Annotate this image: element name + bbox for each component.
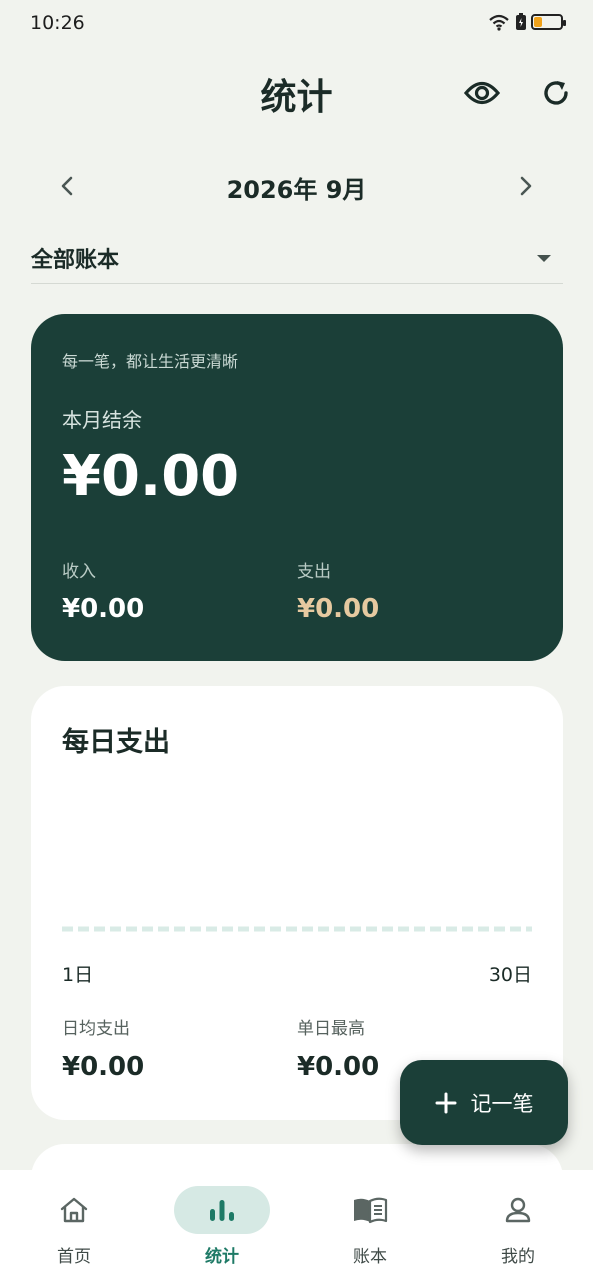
axis-end-label: 30日 <box>488 964 532 986</box>
daily-average-label: 日均支出 <box>62 1019 130 1039</box>
daily-max-label: 单日最高 <box>297 1019 365 1039</box>
expense-label: 支出 <box>297 562 331 582</box>
expense-value: ¥0.00 <box>297 594 380 624</box>
nav-label-home: 首页 <box>57 1247 91 1267</box>
wifi-icon <box>489 14 509 31</box>
battery-level <box>534 17 543 27</box>
battery-icon <box>531 14 566 30</box>
add-record-button[interactable]: 记一笔 <box>400 1060 568 1145</box>
month-navigator: 2026年 9月 <box>0 162 593 210</box>
status-icons <box>487 13 566 31</box>
nav-label-statistics: 统计 <box>205 1247 239 1267</box>
nav-item-home[interactable]: 首页 <box>0 1170 148 1280</box>
monthly-summary-card: 每一笔，都让生活更清晰 本月结余 ¥0.00 收入 ¥0.00 支出 ¥0.00 <box>31 314 563 661</box>
person-icon <box>505 1197 531 1223</box>
income-label: 收入 <box>62 562 96 582</box>
statistics-screen: 10:26 统计 2026年 9月 全部账本 每一笔，都让生活更清晰 本月结余 … <box>0 0 593 1280</box>
nav-item-profile[interactable]: 我的 <box>444 1170 592 1280</box>
book-icon <box>354 1197 388 1224</box>
nav-label-books: 账本 <box>353 1247 387 1267</box>
status-time: 10:26 <box>30 12 85 34</box>
chevron-right-icon[interactable] <box>502 162 550 210</box>
bar-chart-icon <box>210 1200 234 1221</box>
book-select-value: 全部账本 <box>31 248 120 273</box>
add-record-label: 记一笔 <box>470 1091 534 1116</box>
refresh-icon[interactable] <box>532 69 580 117</box>
caret-down-icon <box>537 255 551 262</box>
daily-max-value: ¥0.00 <box>297 1052 380 1082</box>
nav-label-profile: 我的 <box>501 1247 535 1267</box>
bottom-nav: 首页 统计 账本 我的 <box>0 1170 593 1280</box>
balance-label: 本月结余 <box>62 408 142 432</box>
eye-icon[interactable] <box>458 69 506 117</box>
plus-icon <box>435 1092 456 1113</box>
status-bar: 10:26 <box>0 0 593 48</box>
daily-expense-title: 每日支出 <box>62 727 170 758</box>
nav-item-books[interactable]: 账本 <box>296 1170 444 1280</box>
axis-start-label: 1日 <box>62 964 94 986</box>
daily-average-value: ¥0.00 <box>62 1052 145 1082</box>
daily-expense-card: 每日支出 1日 30日 日均支出 ¥0.00 单日最高 ¥0.00 <box>31 686 563 1120</box>
home-icon <box>60 1197 88 1223</box>
daily-expense-chart <box>62 926 532 932</box>
battery-saver-icon <box>516 13 526 30</box>
slogan-text: 每一笔，都让生活更清晰 <box>62 352 239 371</box>
balance-value: ¥0.00 <box>62 444 240 509</box>
book-select[interactable]: 全部账本 <box>31 236 563 284</box>
nav-item-statistics[interactable]: 统计 <box>148 1170 296 1280</box>
income-value: ¥0.00 <box>62 594 145 624</box>
